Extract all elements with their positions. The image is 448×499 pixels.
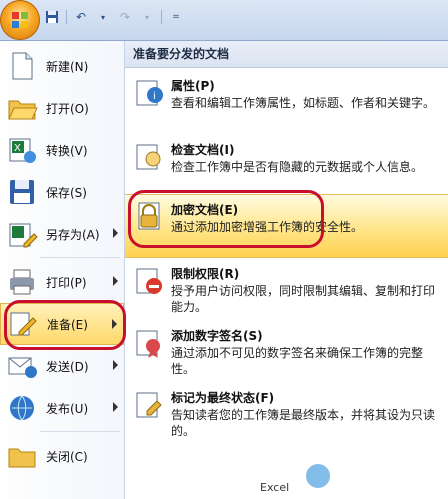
menu-item-label: 新建(N) — [46, 59, 89, 74]
menu-item-label: 发布(U) — [46, 401, 89, 416]
convert-icon: X — [9, 138, 36, 163]
undo-icon[interactable]: ↶ — [73, 9, 89, 25]
title-bar: ↶ ▾ ↷ ▾ = — [0, 0, 448, 41]
digital-signature-icon — [136, 330, 160, 358]
menu-item-save[interactable]: 保存(S) — [0, 171, 124, 213]
send-icon — [8, 357, 37, 378]
menu-item-label: 保存(S) — [46, 185, 87, 200]
menu-divider — [40, 431, 120, 432]
submenu-item-title: 标记为最终状态(F) — [171, 391, 275, 405]
submenu-item-signature[interactable]: 添加数字签名(S) 通过添加不可见的数字签名来确保工作簿的完整性。 — [125, 321, 448, 381]
close-folder-icon — [8, 448, 36, 468]
submenu-arrow-icon — [112, 319, 117, 329]
left-command-list: 新建(N) 打开(O) X 转换(V) 保存(S) 另存为(A) 打印(P) 准… — [0, 41, 125, 499]
quick-access-toolbar: ↶ ▾ ↷ ▾ = — [44, 6, 184, 28]
submenu-item-title: 属性(P) — [171, 79, 215, 93]
submenu-item-properties[interactable]: i 属性(P) 查看和编辑工作簿属性，如标题、作者和关键字。 — [125, 71, 448, 135]
menu-item-close[interactable]: 关闭(C) — [0, 435, 124, 477]
submenu-item-desc: 查看和编辑工作簿属性，如标题、作者和关键字。 — [171, 96, 436, 110]
save-as-icon — [9, 223, 38, 248]
svg-text:i: i — [153, 91, 156, 102]
svg-text:X: X — [14, 143, 21, 154]
submenu-item-desc: 检查工作簿中是否有隐藏的元数据或个人信息。 — [171, 160, 424, 174]
submenu-item-inspect[interactable]: 检查文档(I) 检查工作簿中是否有隐藏的元数据或个人信息。 — [125, 135, 448, 193]
mark-final-icon — [136, 392, 162, 418]
open-folder-icon — [8, 100, 38, 120]
toolbar-separator — [161, 10, 162, 24]
submenu-arrow-icon — [113, 228, 118, 238]
menu-item-label: 关闭(C) — [46, 449, 88, 464]
toolbar-separator — [66, 10, 67, 24]
properties-icon: i — [136, 80, 163, 106]
printer-icon — [10, 269, 34, 295]
submenu-item-title: 添加数字签名(S) — [171, 329, 263, 343]
submenu-item-desc: 通过添加不可见的数字签名来确保工作簿的完整性。 — [171, 346, 424, 376]
office-logo-icon — [12, 12, 28, 28]
submenu-header: 准备要分发的文档 — [125, 41, 448, 68]
menu-item-label: 打开(O) — [46, 101, 89, 116]
submenu-item-restrict[interactable]: 限制权限(R) 授予用户访问权限，同时限制其编辑、复制和打印能力。 — [125, 259, 448, 319]
menu-item-label: 转换(V) — [46, 143, 88, 158]
menu-item-prepare[interactable]: 准备(E) — [0, 303, 124, 345]
menu-item-print[interactable]: 打印(P) — [0, 261, 124, 303]
submenu-item-desc: 通过添加加密增强工作簿的安全性。 — [171, 220, 364, 234]
submenu-arrow-icon — [113, 402, 118, 412]
redo-icon[interactable]: ↷ — [117, 9, 133, 25]
menu-item-save-as[interactable]: 另存为(A) — [0, 213, 124, 255]
inspect-document-icon — [136, 144, 161, 170]
submenu-item-title: 加密文档(E) — [171, 203, 239, 217]
dropdown-icon[interactable]: = — [168, 9, 184, 25]
submenu-arrow-icon — [113, 276, 118, 286]
menu-item-label: 另存为(A) — [46, 227, 100, 242]
prepare-pencil-icon — [10, 312, 37, 336]
chevron-down-icon[interactable]: ▾ — [95, 9, 111, 25]
save-icon[interactable] — [44, 9, 60, 25]
menu-item-label: 准备(E) — [47, 317, 88, 332]
menu-item-convert[interactable]: X 转换(V) — [0, 129, 124, 171]
menu-divider — [40, 257, 120, 258]
new-document-icon — [12, 52, 33, 80]
submenu-item-encrypt[interactable]: 加密文档(E) 通过添加加密增强工作簿的安全性。 — [125, 194, 448, 258]
save-disk-icon — [10, 180, 34, 204]
restrict-permission-icon — [136, 268, 162, 294]
menu-item-label: 发送(D) — [46, 359, 89, 374]
menu-item-new[interactable]: 新建(N) — [0, 45, 124, 87]
chevron-down-icon[interactable]: ▾ — [139, 9, 155, 25]
menu-item-send[interactable]: 发送(D) — [0, 345, 124, 387]
watermark-logo — [298, 456, 438, 496]
submenu-item-title: 检查文档(I) — [171, 143, 235, 157]
menu-item-open[interactable]: 打开(O) — [0, 87, 124, 129]
menu-item-label: 打印(P) — [46, 275, 87, 290]
menu-item-publish[interactable]: 发布(U) — [0, 387, 124, 429]
submenu-arrow-icon — [113, 360, 118, 370]
publish-icon — [10, 395, 34, 421]
submenu-item-desc: 授予用户访问权限，同时限制其编辑、复制和打印能力。 — [171, 284, 436, 314]
office-button[interactable] — [0, 0, 40, 40]
submenu-item-title: 限制权限(R) — [171, 267, 240, 281]
encrypt-lock-icon — [138, 202, 160, 230]
